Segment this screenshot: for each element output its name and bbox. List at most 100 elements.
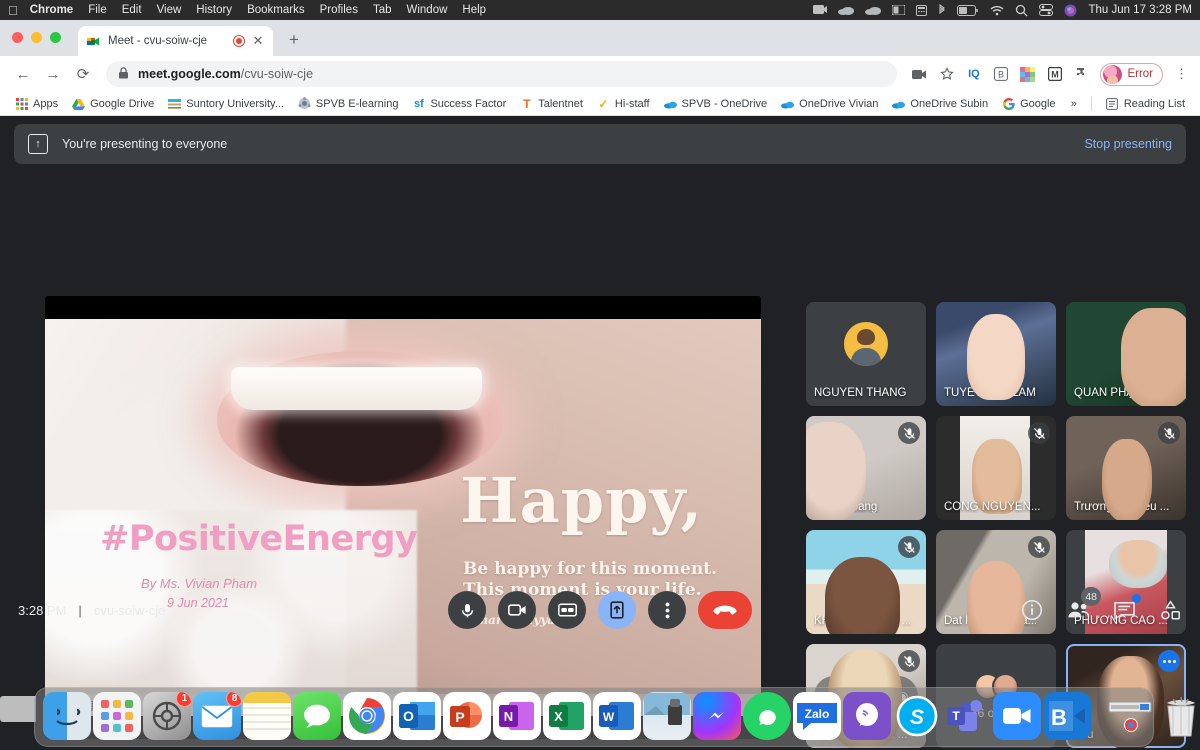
dock-viber[interactable] <box>843 692 891 740</box>
reading-list-button[interactable]: Reading List <box>1099 97 1192 110</box>
bookmark-apps[interactable]: Apps <box>8 97 65 110</box>
minimize-window-button[interactable] <box>31 32 42 43</box>
bookmark-spvb-elearning[interactable]: SPVB E-learning <box>291 97 406 110</box>
dock-messages[interactable] <box>293 692 341 740</box>
participant-tile[interactable]: Thao Hoang <box>806 416 926 520</box>
wifi-icon[interactable] <box>990 5 1004 16</box>
dock-powerpoint[interactable]: P <box>443 692 491 740</box>
reload-button[interactable]: ⟳ <box>70 61 96 87</box>
bookmark-talentnet[interactable]: T Talentnet <box>513 97 590 111</box>
dock-outlook[interactable]: O <box>393 692 441 740</box>
camera-button[interactable] <box>498 591 536 629</box>
menu-bookmarks[interactable]: Bookmarks <box>247 4 305 16</box>
b-extension-icon[interactable]: B <box>992 66 1009 83</box>
dock-finder[interactable] <box>43 692 91 740</box>
presentation-stage[interactable]: #PositiveEnergy By Ms. Vivian Pham 9 Jun… <box>45 296 761 739</box>
badge-count: 1 <box>176 692 191 707</box>
bookmark-onedrive-subin[interactable]: OneDrive Subin <box>885 97 995 110</box>
bookmark-hi-staff[interactable]: ✓ Hi-staff <box>590 97 657 111</box>
participant-tile[interactable]: CÔNG NGUYÊN... <box>936 416 1056 520</box>
search-icon[interactable] <box>1015 4 1028 17</box>
microphone-button[interactable] <box>448 591 486 629</box>
screen-record-icon[interactable] <box>813 4 828 16</box>
meeting-details-button[interactable] <box>1020 598 1044 622</box>
participant-name: Thao Hoang <box>814 501 878 513</box>
menu-history[interactable]: History <box>196 4 232 16</box>
dock-minimized-chrome-window[interactable] <box>1107 692 1155 740</box>
dock-launchpad[interactable] <box>93 692 141 740</box>
bluetooth-icon[interactable] <box>938 4 946 16</box>
menu-window[interactable]: Window <box>407 4 448 16</box>
participant-tile[interactable]: Trương Hà Kiều ... <box>1066 416 1186 520</box>
profile-error-chip[interactable]: Error <box>1100 62 1163 86</box>
menu-tab[interactable]: Tab <box>373 4 392 16</box>
calculator-icon[interactable] <box>916 4 928 16</box>
captions-button[interactable] <box>548 591 586 629</box>
color-grid-extension-icon[interactable] <box>1019 66 1036 83</box>
close-window-button[interactable] <box>12 32 23 43</box>
kebab-menu-icon[interactable]: ⋮ <box>1173 66 1190 83</box>
dock-onenote[interactable]: N <box>493 692 541 740</box>
bookmark-suntory-university[interactable]: Suntory University... <box>161 97 291 110</box>
dock-chrome[interactable] <box>343 692 391 740</box>
bookmark-google[interactable]: Google <box>995 97 1062 110</box>
participant-tile[interactable]: NGUYEN THANG <box>806 302 926 406</box>
dock-whatsapp[interactable] <box>743 692 791 740</box>
bookmark-label: Apps <box>33 97 59 110</box>
iq-extension-icon[interactable]: IQ <box>965 66 982 83</box>
battery-icon[interactable] <box>957 4 979 16</box>
bookmark-onedrive-vivian[interactable]: OneDrive Vivian <box>774 97 885 110</box>
dock-excel[interactable]: X <box>543 692 591 740</box>
dock-system-preferences[interactable]: 1 <box>143 692 191 740</box>
close-tab-button[interactable]: ✕ <box>251 33 265 49</box>
more-options-button[interactable] <box>648 591 686 629</box>
window-traffic-lights[interactable] <box>12 32 61 43</box>
bookmark-success-factor[interactable]: sf Success Factor <box>405 97 513 110</box>
mic-off-icon <box>1158 422 1180 444</box>
apple-logo-icon[interactable]:  <box>8 4 18 17</box>
dock-notes[interactable] <box>243 692 291 740</box>
menu-file[interactable]: File <box>88 4 107 16</box>
dock-zalo[interactable]: Zalo <box>793 692 841 740</box>
puzzle-extensions-icon[interactable] <box>1073 66 1090 83</box>
dock-teams[interactable]: T <box>943 692 991 740</box>
participant-tile[interactable]: QUÂN PHẠM H... <box>1066 302 1186 406</box>
dock-zoom[interactable] <box>993 692 1041 740</box>
more-options-icon[interactable] <box>1158 650 1180 672</box>
stop-presenting-button[interactable]: Stop presenting <box>1084 137 1172 151</box>
m-extension-icon[interactable]: M <box>1046 66 1063 83</box>
dock-mail[interactable]: 8 <box>193 692 241 740</box>
macos-clock[interactable]: Thu Jun 17 3:28 PM <box>1088 4 1192 16</box>
dock-trash[interactable] <box>1157 692 1200 740</box>
menu-profiles[interactable]: Profiles <box>320 4 358 16</box>
bookmark-google-drive[interactable]: Google Drive <box>65 97 161 110</box>
siri-icon[interactable] <box>1064 4 1077 17</box>
cloud-icon[interactable] <box>838 5 855 15</box>
back-button[interactable]: ← <box>10 61 36 87</box>
menu-chrome[interactable]: Chrome <box>30 4 73 16</box>
dock-skype[interactable]: S <box>893 692 941 740</box>
address-bar[interactable]: meet.google.com/cvu-soiw-cje <box>106 61 898 87</box>
dock-preview[interactable] <box>643 692 691 740</box>
camera-icon[interactable] <box>911 66 928 83</box>
control-center-icon[interactable] <box>1039 4 1054 16</box>
maximize-window-button[interactable] <box>50 32 61 43</box>
slide-quote-line1: Be happy for this moment. <box>463 559 717 579</box>
bookmarks-overflow-button[interactable]: » <box>1064 98 1084 110</box>
bookmark-star-icon[interactable] <box>938 66 955 83</box>
present-button[interactable] <box>598 591 636 629</box>
leave-call-button[interactable] <box>698 591 752 629</box>
menu-help[interactable]: Help <box>462 4 486 16</box>
dock-bluejeans[interactable]: B <box>1043 692 1091 740</box>
menu-view[interactable]: View <box>157 4 182 16</box>
forward-button[interactable]: → <box>40 61 66 87</box>
video-icon[interactable] <box>892 5 906 15</box>
dock-word[interactable]: W <box>593 692 641 740</box>
cloud-icon[interactable] <box>865 5 882 15</box>
participant-tile[interactable]: TUYẾT HOA LÂM <box>936 302 1056 406</box>
dock-messenger[interactable] <box>693 692 741 740</box>
menu-edit[interactable]: Edit <box>122 4 142 16</box>
browser-tab[interactable]: Meet - cvu-soiw-cje ✕ <box>78 26 273 56</box>
new-tab-button[interactable]: + <box>283 30 305 50</box>
bookmark-spvb-onedrive[interactable]: SPVB - OneDrive <box>657 97 775 110</box>
